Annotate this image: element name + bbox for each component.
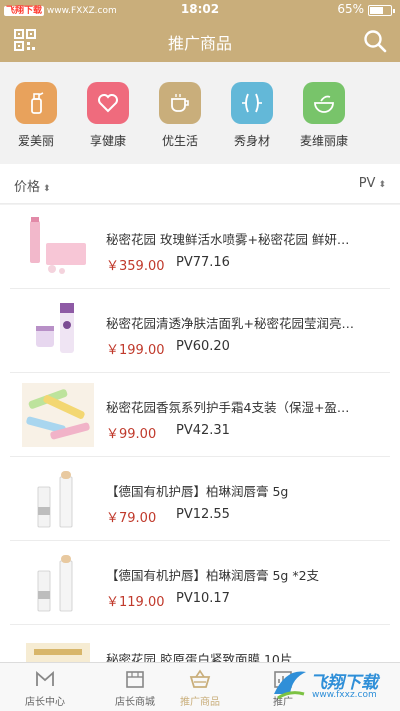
category-label: 优生活 <box>161 134 198 148</box>
product-list: 秘密花园 玫瑰鲜活水喷雾+秘密花园 鲜妍… ￥359.00 PV77.16 秘密… <box>0 205 400 662</box>
sort-bar: 价格 ⬍ PV ⬍ <box>0 164 400 204</box>
body-shape-icon <box>231 82 273 124</box>
category-label: 秀身材 <box>233 134 270 148</box>
bowl-icon <box>303 82 345 124</box>
product-pv: PV42.31 <box>176 423 230 438</box>
category-label: 享健康 <box>89 134 126 148</box>
store-m-icon <box>36 671 54 686</box>
sort-pv-label: PV <box>358 176 376 191</box>
sort-by-price-button[interactable]: 价格 ⬍ <box>14 176 51 195</box>
lotion-bottle-icon <box>15 82 57 124</box>
basket-icon <box>189 669 211 688</box>
product-name: 【德国有机护唇】柏琳润唇膏 5g <box>106 484 289 499</box>
watermark-url: www.fxxz.com <box>312 690 377 700</box>
category-item-maiwei[interactable]: 麦维丽康 <box>288 62 360 160</box>
product-image <box>37 471 73 528</box>
list-item[interactable]: 秘密花园清透净肤洁面乳+秘密花园莹润亮… ￥199.00 PV60.20 <box>0 289 400 373</box>
category-item-health[interactable]: 享健康 <box>72 62 144 160</box>
product-name: 【德国有机护唇】柏琳润唇膏 5g *2支 <box>106 568 320 583</box>
tab-label: 推广商品 <box>180 697 220 708</box>
product-image <box>26 643 90 662</box>
sort-by-pv-button[interactable]: PV ⬍ <box>359 176 386 191</box>
product-name: 秘密花园 玫瑰鲜活水喷雾+秘密花园 鲜妍… <box>106 232 350 247</box>
list-item[interactable]: 秘密花园 胶原蛋白紧致面膜 10片 <box>0 625 400 662</box>
battery-icon <box>368 5 395 16</box>
product-pv: PV10.17 <box>176 591 230 606</box>
sort-arrows-icon: ⬍ <box>378 180 386 190</box>
product-name: 秘密花园 胶原蛋白紧致面膜 10片 <box>106 652 293 662</box>
heart-icon <box>87 82 129 124</box>
product-image <box>30 217 86 274</box>
search-icon[interactable] <box>362 28 388 54</box>
watermark-bird-icon <box>274 671 306 700</box>
list-item[interactable]: 秘密花园香氛系列护手霜4支装（保湿+盈… ￥99.00 PV42.31 <box>0 373 400 457</box>
list-item[interactable]: 【德国有机护唇】柏琳润唇膏 5g *2支 ￥119.00 PV10.17 <box>0 541 400 625</box>
product-price: ￥359.00 <box>106 259 165 274</box>
battery-percent: 65% <box>337 2 364 16</box>
coffee-cup-icon <box>159 82 201 124</box>
list-item[interactable]: 【德国有机护唇】柏琳润唇膏 5g ￥79.00 PV12.55 <box>0 457 400 541</box>
list-item[interactable]: 秘密花园 玫瑰鲜活水喷雾+秘密花园 鲜妍… ￥359.00 PV77.16 <box>0 205 400 289</box>
product-image <box>36 303 74 353</box>
product-name: 秘密花园香氛系列护手霜4支装（保湿+盈… <box>106 400 350 415</box>
product-name: 秘密花园清透净肤洁面乳+秘密花园莹润亮… <box>106 316 354 331</box>
product-image <box>37 555 73 612</box>
tab-label: 店长中心 <box>25 697 65 708</box>
product-pv: PV77.16 <box>176 255 230 270</box>
nav-bar: 推广商品 <box>0 20 400 62</box>
shop-icon <box>126 671 144 688</box>
sort-arrows-icon: ⬍ <box>43 184 51 194</box>
tab-promoted-products[interactable]: 推广商品 <box>155 663 245 711</box>
product-image <box>22 383 94 447</box>
status-bar: 飞翔下载 www.FXXZ.com 18:02 65% <box>0 0 400 20</box>
sort-price-label: 价格 <box>14 180 41 195</box>
product-pv: PV60.20 <box>176 339 230 354</box>
product-pv: PV12.55 <box>176 507 230 522</box>
watermark-logo: 飞翔下载 www.fxxz.com <box>270 662 390 710</box>
product-price: ￥99.00 <box>106 427 157 442</box>
product-price: ￥119.00 <box>106 595 165 610</box>
category-item-life[interactable]: 优生活 <box>144 62 216 160</box>
tab-shop-owner-center[interactable]: 店长中心 <box>0 663 90 711</box>
category-item-body[interactable]: 秀身材 <box>216 62 288 160</box>
product-price: ￥199.00 <box>106 343 165 358</box>
category-label: 麦维丽康 <box>299 134 348 148</box>
page-title: 推广商品 <box>167 34 232 53</box>
product-price: ￥79.00 <box>106 511 157 526</box>
category-row: 爱美丽 享健康 优生活 秀身材 麦维丽康 <box>0 62 400 160</box>
category-item-beauty[interactable]: 爱美丽 <box>0 62 72 160</box>
category-label: 爱美丽 <box>17 134 54 148</box>
